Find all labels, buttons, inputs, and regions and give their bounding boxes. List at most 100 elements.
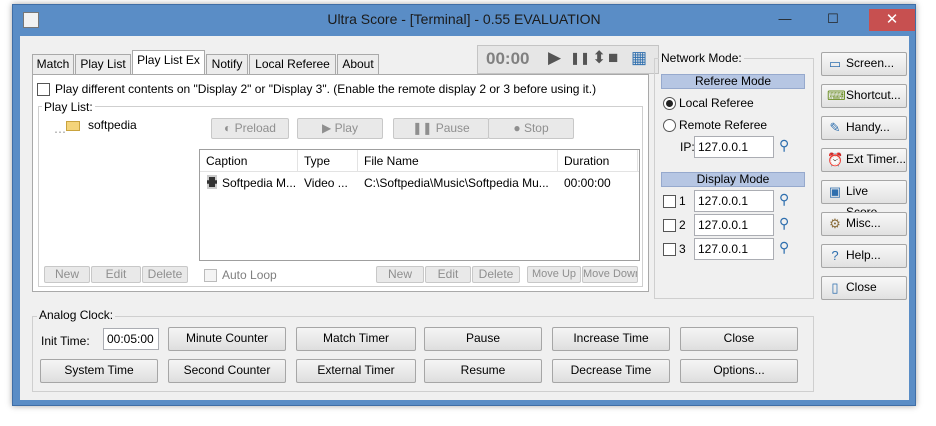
tree-edit-button[interactable]: Edit	[91, 266, 141, 283]
clock-options-button[interactable]: Options...	[680, 359, 798, 383]
screen-button[interactable]: ▭ Screen...	[821, 52, 907, 76]
app-window: Ultra Score - [Terminal] - 0.55 EVALUATI…	[12, 4, 916, 406]
timer-display: 00:00	[486, 49, 530, 68]
list-delete-button[interactable]: Delete	[472, 266, 520, 283]
table-header: Caption Type File Name Duration	[200, 150, 639, 172]
clock-pause-button[interactable]: Pause	[424, 327, 542, 351]
column-caption[interactable]: Caption	[200, 150, 298, 172]
window-close-button[interactable]: ✕	[869, 9, 915, 31]
clock-match-timer-button[interactable]: Match Timer	[296, 327, 416, 351]
timer-pause-icon[interactable]: ❚❚	[570, 51, 590, 65]
list-new-button[interactable]: New	[376, 266, 424, 283]
live-score-button[interactable]: ▣Live Score...	[821, 180, 907, 219]
play-icon: ▶	[322, 121, 335, 135]
stop-button[interactable]: ● Stop	[488, 118, 574, 139]
ext-timer-button[interactable]: ⏰ Ext Timer...	[821, 148, 907, 172]
tab-match[interactable]: Match	[32, 54, 74, 74]
tab-play-list-ex[interactable]: Play List Ex	[132, 50, 205, 75]
column-type[interactable]: Type	[298, 150, 358, 172]
tree-item-softpedia[interactable]: softpedia	[88, 118, 137, 132]
init-time-input[interactable]: 00:05:00	[103, 328, 159, 350]
timer-toolbar: 00:00 ▶ ❚❚ ⬍ ■ ▦	[477, 45, 659, 74]
misc-icon: ⚙	[829, 216, 841, 231]
side-button-label: Shortcut...	[846, 88, 901, 102]
clock-resume-button[interactable]: Resume	[424, 359, 542, 383]
tab-play-list[interactable]: Play List	[75, 54, 131, 74]
referee-ip-input[interactable]: 127.0.0.1	[694, 136, 774, 158]
display-2-label: 2	[679, 218, 686, 232]
client-area: Match Play List Play List Ex Notify Loca…	[20, 36, 909, 400]
handy-icon: ✎	[829, 120, 841, 135]
film-icon	[207, 175, 217, 189]
display-1-ip-input[interactable]: 127.0.0.1	[694, 190, 774, 212]
display-2-ip-input[interactable]: 127.0.0.1	[694, 214, 774, 236]
display-3-checkbox[interactable]	[663, 243, 676, 256]
referee-ip-search-icon[interactable]: ⚲	[779, 137, 795, 155]
clock-increase-time-button[interactable]: Increase Time	[552, 327, 670, 351]
row-type: Video ...	[304, 176, 348, 190]
local-referee-radio[interactable]	[663, 97, 676, 110]
play-different-contents-label: Play different contents on "Display 2" o…	[55, 82, 597, 96]
ip-label: IP:	[680, 140, 695, 154]
remote-referee-radio[interactable]	[663, 119, 676, 132]
help-button[interactable]: ? Help...	[821, 244, 907, 268]
referee-mode-header: Referee Mode	[661, 74, 805, 89]
clock-close-button[interactable]: Close	[680, 327, 798, 351]
clock-system-time-button[interactable]: System Time	[40, 359, 158, 383]
play-list-label: Play List:	[42, 100, 95, 114]
side-button-label: Handy...	[846, 120, 890, 134]
play-different-contents-checkbox[interactable]	[37, 83, 50, 96]
shortcut-icon: ⌨	[827, 88, 846, 103]
move-up-button[interactable]: Move Up	[527, 266, 581, 283]
display-1-label: 1	[679, 194, 686, 208]
side-button-label: Screen...	[846, 56, 895, 70]
minimize-button[interactable]: —	[771, 10, 799, 30]
side-button-label: Help...	[846, 248, 881, 262]
tab-local-referee[interactable]: Local Referee	[249, 54, 336, 74]
pause-button[interactable]: ❚❚ Pause	[393, 118, 489, 139]
preload-icon: ◐	[224, 121, 235, 135]
display-3-ip-input[interactable]: 127.0.0.1	[694, 238, 774, 260]
playlist-table[interactable]: Caption Type File Name Duration Softpedi…	[199, 149, 640, 261]
tree-delete-button[interactable]: Delete	[142, 266, 188, 283]
app-icon[interactable]	[23, 12, 39, 28]
side-button-label: Misc...	[846, 216, 881, 230]
display-1-checkbox[interactable]	[663, 195, 676, 208]
column-file-name[interactable]: File Name	[358, 150, 558, 172]
play-button[interactable]: ▶ Play	[297, 118, 383, 139]
handy-button[interactable]: ✎ Handy...	[821, 116, 907, 140]
move-down-button[interactable]: Move Down	[582, 266, 638, 283]
auto-loop-label: Auto Loop	[222, 268, 277, 282]
tab-about[interactable]: About	[337, 54, 379, 74]
display-2-search-icon[interactable]: ⚲	[779, 215, 795, 233]
misc-button[interactable]: ⚙ Misc...	[821, 212, 907, 236]
maximize-button[interactable]: ☐	[819, 10, 847, 30]
display-3-search-icon[interactable]: ⚲	[779, 239, 795, 257]
network-mode-label: Network Mode:	[659, 51, 744, 65]
preload-button[interactable]: ◐ Preload	[211, 118, 289, 139]
playlist-tree[interactable]: ⋯ softpedia	[44, 115, 186, 265]
tab-notify[interactable]: Notify	[206, 54, 248, 74]
auto-loop-checkbox[interactable]	[204, 269, 217, 282]
timer-updown-icon[interactable]: ⬍	[592, 48, 606, 68]
clock-decrease-time-button[interactable]: Decrease Time	[552, 359, 670, 383]
close-door-icon: ▯	[831, 280, 839, 295]
stop-icon: ●	[513, 121, 524, 135]
help-icon: ?	[831, 248, 839, 263]
clock-second-counter-button[interactable]: Second Counter	[168, 359, 286, 383]
timer-grid-icon[interactable]: ▦	[631, 48, 647, 68]
tree-new-button[interactable]: New	[44, 266, 90, 283]
row-caption: Softpedia M...	[222, 176, 297, 190]
close-button[interactable]: ▯ Close	[821, 276, 907, 300]
display-1-search-icon[interactable]: ⚲	[779, 191, 795, 209]
timer-stop-icon[interactable]: ■	[608, 48, 618, 68]
row-duration: 00:00:00	[564, 176, 611, 190]
column-duration[interactable]: Duration	[558, 150, 638, 172]
clock-minute-counter-button[interactable]: Minute Counter	[168, 327, 286, 351]
table-row[interactable]: Softpedia M... Video ... C:\Softpedia\Mu…	[200, 174, 639, 192]
shortcut-button[interactable]: ⌨ Shortcut...	[821, 84, 907, 108]
timer-play-icon[interactable]: ▶	[548, 48, 561, 68]
list-edit-button[interactable]: Edit	[425, 266, 471, 283]
clock-external-timer-button[interactable]: External Timer	[296, 359, 416, 383]
display-2-checkbox[interactable]	[663, 219, 676, 232]
